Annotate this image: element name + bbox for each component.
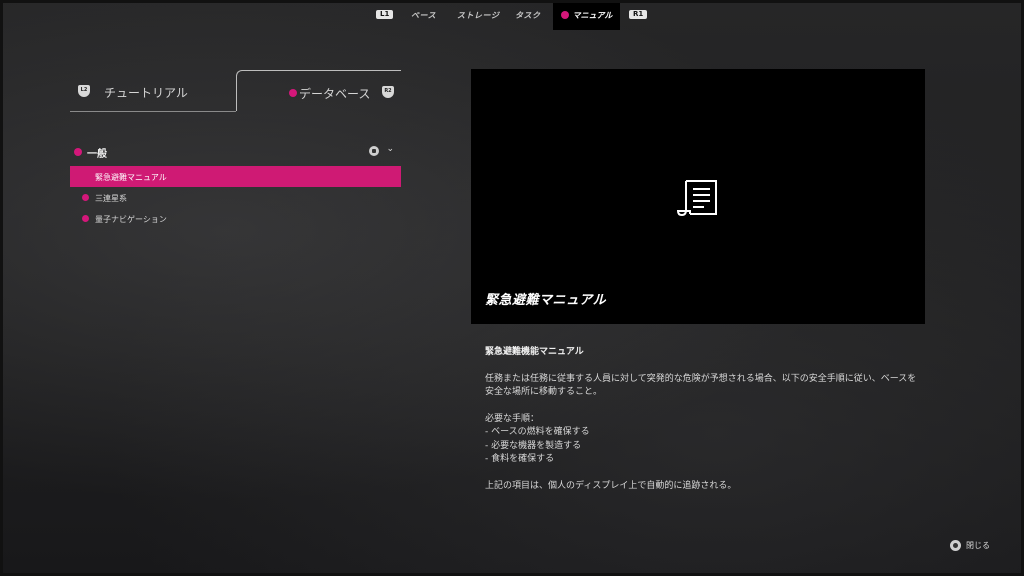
tab-manual[interactable]: マニュアル [553, 0, 620, 30]
circle-button-icon [950, 539, 961, 551]
category-tabs: L2 チュートリアル データベース R2 [70, 70, 401, 112]
notification-dot-icon [560, 11, 569, 19]
section-general-label: 一般 [87, 149, 107, 160]
list-item-label: 量子ナビゲーション [95, 215, 167, 224]
tab-base[interactable]: ベース [411, 10, 436, 21]
filter-button-icon[interactable] [369, 146, 379, 156]
step-item: - 必要な機器を製造する [485, 440, 582, 451]
tab-tutorial[interactable]: L2 チュートリアル [70, 70, 236, 112]
r2-button-icon: R2 [382, 86, 394, 98]
tab-database-label: データベース [299, 87, 371, 101]
notification-dot-icon [82, 194, 89, 201]
l2-button-icon: L2 [78, 85, 90, 97]
list-item[interactable]: 三連星系 [70, 187, 401, 208]
tab-tutorial-label: チュートリアル [104, 86, 188, 100]
top-navigation: L1 ベース ストレージ タスク マニュアル R1 [0, 0, 1024, 30]
section-general-header[interactable]: 一般 ⌄ [74, 144, 401, 160]
step-item: - 食料を確保する [485, 454, 555, 464]
document-scroll-icon [676, 180, 717, 217]
step-item: - ベースの燃料を確保する [485, 427, 590, 437]
description-footer: 上記の項目は、個人のディスプレイ上で自動的に追跡される。 [485, 480, 737, 491]
list-item[interactable]: 量子ナビゲーション [70, 208, 401, 229]
preview-title: 緊急避難マニュアル [485, 293, 607, 308]
close-label: 閉じる [966, 540, 990, 550]
tab-manual-label: マニュアル [572, 10, 613, 20]
l1-button-badge[interactable]: L1 [376, 10, 394, 19]
list-item[interactable]: 緊急避難マニュアル [70, 166, 401, 187]
list-item-label: 緊急避難マニュアル [95, 173, 167, 182]
tab-database[interactable]: データベース R2 [236, 70, 401, 111]
manual-list: 緊急避難マニュアル 三連星系 量子ナビゲーション [70, 166, 401, 229]
notification-dot-icon [74, 148, 82, 156]
tab-task[interactable]: タスク [515, 10, 541, 21]
close-button[interactable]: 閉じる [950, 538, 990, 552]
list-item-label: 三連星系 [95, 194, 127, 203]
manual-description: 緊急避難機能マニュアル 任務または任務に従事する人員に対して突発的な危険が予想さ… [485, 346, 925, 493]
r1-button-badge[interactable]: R1 [629, 10, 648, 19]
chevron-down-icon[interactable]: ⌄ [386, 144, 394, 154]
steps-title: 必要な手順： [485, 413, 540, 424]
tab-storage[interactable]: ストレージ [457, 10, 499, 21]
preview-panel: 緊急避難マニュアル [471, 69, 925, 324]
notification-dot-icon [82, 215, 89, 222]
description-paragraph: 任務または任務に従事する人員に対して突発的な危険が予想される場合、以下の安全手順… [485, 373, 917, 398]
notification-dot-icon [289, 89, 297, 97]
description-heading: 緊急避難機能マニュアル [485, 347, 584, 357]
